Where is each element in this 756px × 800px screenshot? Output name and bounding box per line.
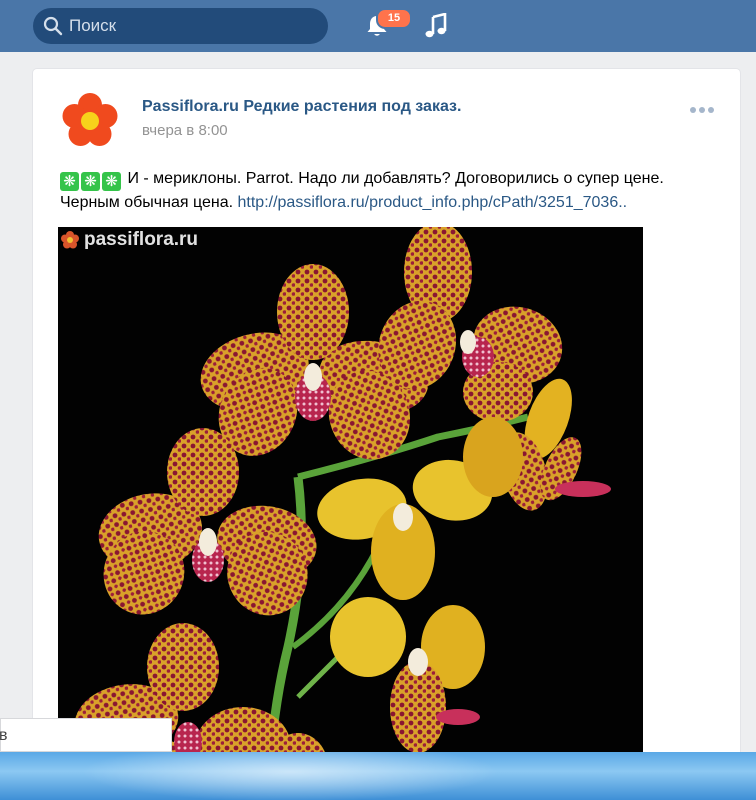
tooltip: в [0, 718, 172, 752]
post-text: ❋ ❋ ❋ И - мериклоны. Parrot. Надо ли добав… [60, 167, 720, 215]
desktop-taskbar [0, 752, 756, 800]
avatar[interactable] [60, 91, 120, 151]
green-emoji-icon: ❋ [102, 172, 121, 191]
post-card: Passiflora.ru Редкие растения под заказ.… [33, 69, 740, 769]
post-author-link[interactable]: Passiflora.ru Редкие растения под заказ. [142, 98, 461, 116]
photo-watermark: passiflora.ru [60, 229, 198, 251]
search-box[interactable] [33, 8, 328, 44]
orchid-image [58, 227, 643, 769]
post-link[interactable]: http://passiflora.ru/product_info.php/cP… [238, 194, 628, 211]
notifications-badge: 15 [376, 8, 412, 29]
photo-watermark-text: passiflora.ru [84, 229, 199, 250]
post-photo[interactable]: passiflora.ru [58, 227, 643, 769]
post-text-line2: Черным обычная цена. [60, 194, 234, 211]
music-icon[interactable] [424, 13, 448, 39]
top-navigation-bar: 15 [0, 0, 756, 52]
tooltip-text: в [0, 727, 8, 744]
search-icon [43, 16, 63, 36]
green-emoji-icon: ❋ [81, 172, 100, 191]
search-input[interactable] [69, 16, 309, 36]
green-emoji-icon: ❋ [60, 172, 79, 191]
post-text-line1: И - мериклоны. Parrot. Надо ли добавлять… [127, 170, 664, 187]
flower-logo-icon [61, 231, 79, 249]
post-time[interactable]: вчера в 8:00 [142, 122, 228, 139]
more-options-icon[interactable] [690, 107, 714, 113]
